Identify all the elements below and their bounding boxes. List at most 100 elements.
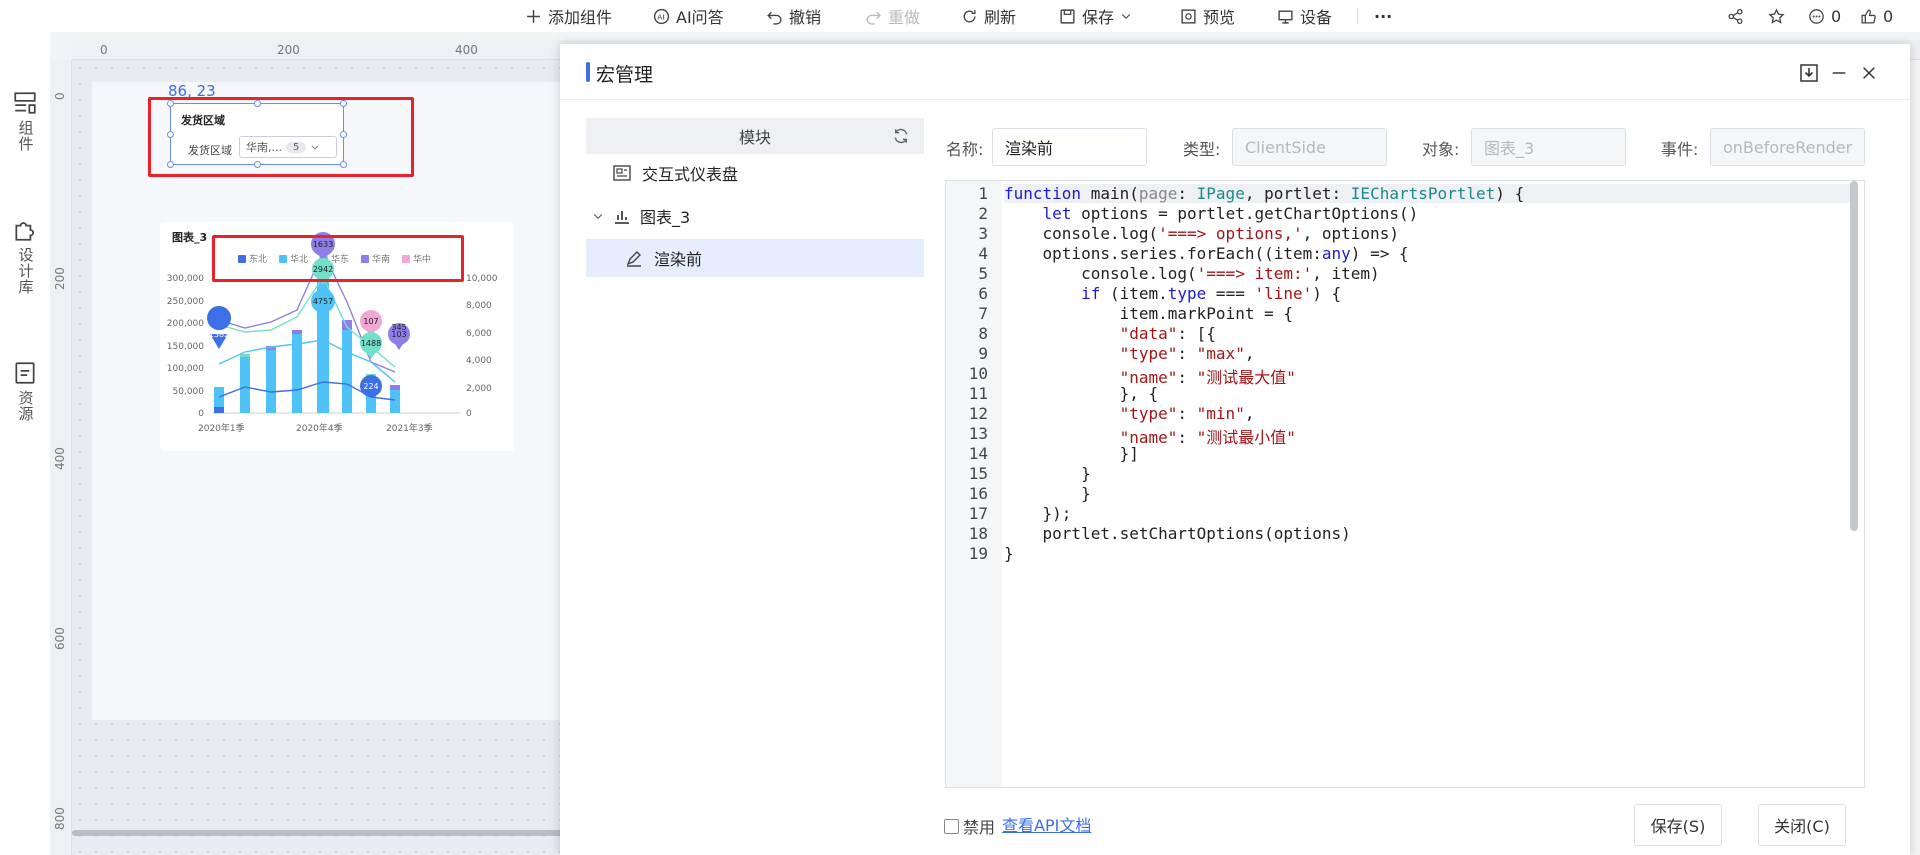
y-right-tick: 8,000 xyxy=(466,301,492,311)
y-right-tick: 2,000 xyxy=(466,384,492,394)
tree-item-before-render[interactable]: 渲染前 xyxy=(586,239,924,277)
code-line: } xyxy=(1004,544,1014,563)
more-button[interactable]: ··· xyxy=(1374,0,1392,32)
code-line: console.log('===> options,', options) xyxy=(1004,224,1399,243)
code-line: "data": [{ xyxy=(1119,324,1216,343)
nav-resources-label: 资源 xyxy=(16,390,35,422)
y-left-tick: 250,000 xyxy=(167,297,204,307)
line-number: 12 xyxy=(968,404,988,423)
line-number: 11 xyxy=(968,384,988,403)
line-number: 17 xyxy=(968,504,988,523)
code-line: item.markPoint = { xyxy=(1004,304,1293,323)
close-button[interactable]: 关闭(C) xyxy=(1758,804,1846,846)
toolbar-divider xyxy=(1357,8,1358,24)
refresh-icon[interactable] xyxy=(892,127,910,145)
type-value: ClientSide xyxy=(1245,137,1326,157)
comment-button[interactable]: 0 xyxy=(1808,0,1841,32)
canvas-horizontal-scrollbar[interactable] xyxy=(72,830,562,836)
ruler-v-600: 600 xyxy=(53,627,67,650)
api-doc-link[interactable]: 查看API文档 xyxy=(1002,812,1091,836)
y-left-tick: 100,000 xyxy=(167,364,204,374)
editor-scrollbar[interactable] xyxy=(1850,181,1858,531)
mark-point-label: 4757 xyxy=(313,297,333,306)
ai-qa-label: AI问答 xyxy=(676,8,724,27)
comment-icon xyxy=(1809,8,1824,24)
refresh-button[interactable]: 刷新 xyxy=(961,0,1016,32)
top-toolbar: 添加组件 AI AI问答 撤销 重做 刷新 保存 预览 设备 ··· 0 0 xyxy=(0,0,1920,32)
y-right-tick: 0 xyxy=(466,409,472,419)
nav-components-label: 组件 xyxy=(16,120,35,152)
module-header-label: 模块 xyxy=(738,128,771,147)
save-button[interactable]: 保存(S) xyxy=(1634,804,1722,846)
minimize-button[interactable] xyxy=(1828,62,1850,84)
ai-qa-button[interactable]: AI AI问答 xyxy=(653,0,724,32)
star-icon xyxy=(1768,7,1785,24)
preview-label: 预览 xyxy=(1203,8,1236,27)
save-button-label: 保存(S) xyxy=(1650,817,1706,836)
favorite-button[interactable] xyxy=(1768,0,1785,32)
thumbs-up-icon xyxy=(1861,8,1876,24)
event-value: onBeforeRender xyxy=(1723,137,1853,157)
type-label: 类型: xyxy=(1183,140,1221,159)
chevron-down-icon xyxy=(593,214,603,220)
undo-button[interactable]: 撤销 xyxy=(766,0,821,32)
disable-checkbox[interactable] xyxy=(944,818,959,834)
code-line: } xyxy=(1004,464,1091,483)
line-number: 6 xyxy=(978,284,988,303)
dialog-header: 宏管理 xyxy=(560,44,1910,100)
line-number: 1 xyxy=(978,184,988,203)
mark-point: 1488 xyxy=(360,332,382,359)
mark-point: 224 xyxy=(360,375,382,398)
like-count: 0 xyxy=(1883,6,1894,26)
add-component-button[interactable]: 添加组件 xyxy=(525,0,612,32)
line-number: 9 xyxy=(978,344,988,363)
code-editor[interactable]: 1 2 3 4 5 6 7 8 9 10 11 12 13 14 15 16 1… xyxy=(945,180,1865,788)
close-dialog-button[interactable] xyxy=(1858,62,1880,84)
disable-label: 禁用 xyxy=(963,818,996,837)
y-right-tick: 4,000 xyxy=(466,356,492,366)
code-line: portlet.setChartOptions(options) xyxy=(1004,524,1351,543)
preview-button[interactable]: 预览 xyxy=(1180,0,1235,32)
share-button[interactable] xyxy=(1727,0,1744,32)
line-number: 18 xyxy=(968,524,988,543)
y-left-tick: 200,000 xyxy=(167,319,204,329)
ruler-v-200: 200 xyxy=(53,267,67,290)
highlight-box xyxy=(148,97,414,177)
line-number: 15 xyxy=(968,464,988,483)
y-left-tick: 300,000 xyxy=(167,274,204,284)
module-panel-header: 模块 xyxy=(586,118,924,154)
undo-label: 撤销 xyxy=(789,8,822,27)
like-button[interactable]: 0 xyxy=(1860,0,1893,32)
module-panel: 模块 交互式仪表盘 图表_3 渲染前 xyxy=(586,118,924,838)
redo-button[interactable]: 重做 xyxy=(865,0,920,32)
preview-icon xyxy=(1181,8,1196,24)
ruler-h-400: 400 xyxy=(455,43,478,57)
ruler-h-0: 0 xyxy=(100,43,108,57)
edit-pen-icon xyxy=(626,251,641,267)
name-input[interactable]: 渲染前 xyxy=(992,128,1147,166)
device-button[interactable]: 设备 xyxy=(1277,0,1332,32)
code-line: }, { xyxy=(1004,384,1159,403)
ruler-h-200: 200 xyxy=(277,43,300,57)
tree-item-dashboard[interactable]: 交互式仪表盘 xyxy=(586,154,924,192)
download-button[interactable] xyxy=(1798,62,1820,84)
undo-icon xyxy=(767,11,782,25)
line-number: 8 xyxy=(978,324,988,343)
mark-point-label: 224 xyxy=(363,382,378,391)
nav-components[interactable]: 组件 xyxy=(0,90,50,152)
ai-icon: AI xyxy=(653,8,670,24)
tree-item-label: 交互式仪表盘 xyxy=(642,165,739,184)
save-dropdown-button[interactable]: 保存 xyxy=(1059,0,1132,32)
y-left-tick: 50,000 xyxy=(173,387,205,397)
nav-resources[interactable]: 资源 xyxy=(0,360,50,422)
tree-item-chart3[interactable]: 图表_3 xyxy=(586,197,924,235)
vertical-ruler: 0 200 400 600 800 xyxy=(50,60,72,855)
ruler-v-800: 800 xyxy=(53,807,67,830)
target-value: 图表_3 xyxy=(1484,139,1535,158)
disable-checkbox-row[interactable]: 禁用 xyxy=(944,814,995,838)
nav-design-lib[interactable]: 设计库 xyxy=(0,217,50,295)
mark-point-label: 107 xyxy=(363,317,378,326)
refresh-icon xyxy=(963,9,976,22)
x-tick: 2021年3季 xyxy=(386,422,433,434)
line-number: 13 xyxy=(968,424,988,443)
